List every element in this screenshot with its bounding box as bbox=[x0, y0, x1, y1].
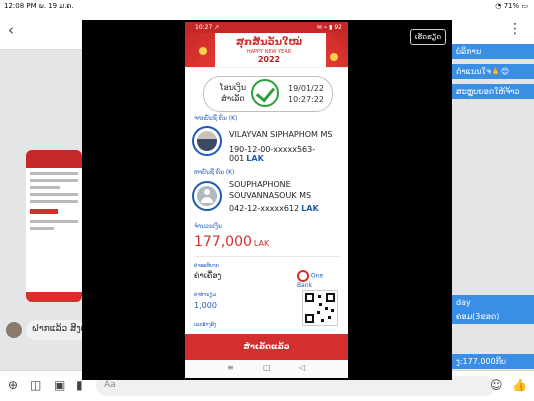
message-bubble-sent[interactable]: ດຳແນນໃຈ🙏😊 bbox=[452, 64, 534, 79]
fee-value: 1,000 bbox=[194, 301, 217, 310]
ribbon-decoration-right bbox=[326, 33, 348, 67]
amount-label: ຈຳນວນເງິນ bbox=[194, 223, 222, 230]
recipient-account: 042-12-xxxxx612 LAK bbox=[229, 204, 319, 213]
sender-photo-avatar bbox=[192, 126, 222, 156]
home-icon: □ bbox=[263, 363, 271, 372]
message-bubble-sent[interactable]: ບໍລິການ bbox=[452, 44, 534, 59]
sender-avatar[interactable] bbox=[6, 322, 22, 338]
battery-indicator: ◔ 71% ▭ bbox=[495, 2, 528, 10]
transfer-receipt-image: 10:27 ↗ ✉ ⌁ ▮ 92 ສຸກສັນວັນໃໝ່ HAPPY NEW … bbox=[185, 22, 348, 378]
recipient-name: SOUPHAPHONE SOUVANNASOUK MS bbox=[229, 180, 312, 200]
bank-logo: One Bank bbox=[297, 270, 337, 289]
fee-label: ຄ່າທຳນຽມ bbox=[194, 292, 217, 298]
from-account-label: ຈາກບັນຊີ ຄົນ (₭) bbox=[194, 115, 238, 122]
to-account-label: ຫາບັນຊີ ຄົນ (₭) bbox=[194, 169, 235, 176]
new-year-banner: ສຸກສັນວັນໃໝ່ HAPPY NEW YEAR 2022 bbox=[185, 33, 348, 68]
receipt-thumbnail-image[interactable] bbox=[26, 150, 82, 302]
back-arrow-icon[interactable]: ‹ bbox=[8, 21, 14, 39]
transfer-status-pill: ໂອນເງິນ ສຳເລັດ 19/01/22 10:27:22 bbox=[203, 76, 333, 112]
phone-status-icons: ✉ ⌁ ▮ 92 bbox=[316, 24, 342, 31]
more-options-icon[interactable]: ⋮ bbox=[508, 21, 522, 37]
microphone-icon[interactable]: ▮ bbox=[76, 378, 83, 392]
message-bubble-sent[interactable]: ງ:177.000ກີບ bbox=[452, 354, 534, 369]
menu-icon: ≡ bbox=[227, 363, 234, 372]
status-text: ໂອນເງິນ ສຳເລັດ bbox=[219, 83, 247, 103]
banner-year: 2022 bbox=[257, 55, 281, 64]
add-plus-icon[interactable]: ⊕ bbox=[8, 378, 18, 392]
viewer-action-button[interactable]: ເຮັດຮຽດ bbox=[410, 29, 446, 45]
phone-time: 10:27 ↗ bbox=[195, 24, 220, 31]
description-label: ຄຳອະທິບາຍ bbox=[194, 263, 219, 269]
ornament-icon bbox=[199, 47, 207, 55]
transfer-datetime: 19/01/22 10:27:22 bbox=[288, 83, 324, 105]
success-check-icon bbox=[251, 79, 279, 107]
emoji-icon[interactable]: ☺ bbox=[490, 378, 503, 392]
phone-status-bar: 10:27 ↗ ✉ ⌁ ▮ 92 bbox=[185, 22, 348, 33]
phone-nav-bar: ≡ □ ◁ bbox=[185, 360, 348, 378]
done-button: ສຳເລັດແລ້ວ bbox=[185, 334, 348, 360]
reference-label: ເລກອ້າງອີງ bbox=[194, 322, 217, 328]
message-bubble-sent[interactable]: ສະຫຼຸບຍອດໃຫ້ຈ້າວ bbox=[452, 84, 534, 99]
camera-icon[interactable]: ◫ bbox=[30, 378, 41, 392]
banner-title: ສຸກສັນວັນໃໝ່ bbox=[235, 37, 303, 48]
sender-name: VILAYVAN SIPHAPHOM MS bbox=[229, 130, 333, 139]
message-bubble-received[interactable]: ຝາກແລ້ວ ສິງບໍ່ເ bbox=[26, 320, 86, 340]
transfer-date: 19/01/22 bbox=[288, 84, 324, 93]
like-thumb-icon[interactable]: 👍 bbox=[512, 378, 527, 392]
device-status-bar: 12:08 PM ພ. 19 ມ.ຄ. ◔ 71% ▭ bbox=[0, 0, 534, 13]
sender-account: 190-12-00-xxxxx563-001 LAK bbox=[229, 145, 316, 163]
device-time-date: 12:08 PM ພ. 19 ມ.ຄ. bbox=[4, 2, 74, 10]
gallery-icon[interactable]: ▣ bbox=[54, 378, 65, 392]
message-bubble-sent[interactable]: day bbox=[452, 295, 534, 310]
transfer-amount: 177,000 LAK bbox=[194, 234, 270, 250]
back-icon: ◁ bbox=[299, 363, 306, 372]
ornament-icon bbox=[330, 53, 338, 61]
divider bbox=[194, 256, 340, 257]
message-bubble-sent[interactable]: ຄອມ(3ຂອດ) bbox=[452, 309, 534, 324]
qr-code bbox=[302, 290, 338, 326]
transfer-time: 10:27:22 bbox=[288, 95, 324, 104]
description-value: ຄ່າເຄື່ອງ bbox=[194, 271, 222, 280]
recipient-default-avatar-icon bbox=[192, 181, 222, 211]
